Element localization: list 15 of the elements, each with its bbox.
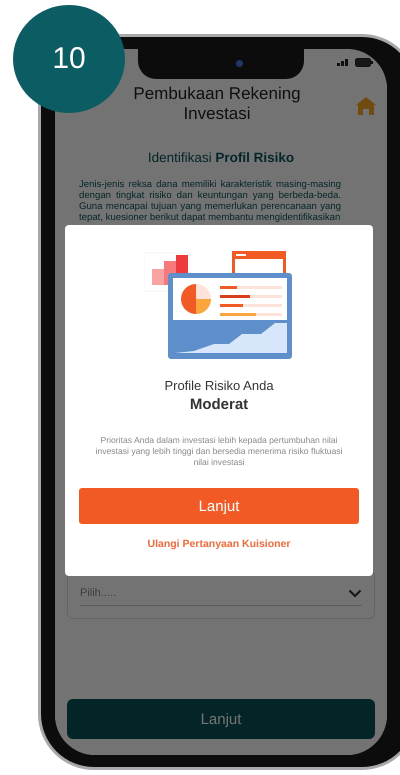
chevron-down-icon [348, 588, 362, 598]
signal-icon [337, 58, 351, 66]
battery-icon [355, 58, 373, 66]
continue-button[interactable]: Lanjut [67, 699, 375, 739]
home-icon[interactable] [355, 96, 377, 116]
retake-questionnaire-link[interactable]: Ulangi Pertanyaan Kuisioner [148, 538, 290, 550]
result-description: Prioritas Anda dalam investasi lebih kepada pertumbuhan nilai investasi yang lebih tinggi dan bersedia menerima risiko fluktuasi nilai investasi [94, 435, 344, 468]
continue-button[interactable]: Lanjut [79, 488, 359, 524]
screen-title: Pembukaan Rekening Investasi [132, 84, 302, 124]
step-number-badge: 10 [13, 5, 125, 113]
result-caption: Profile Risiko Anda [164, 378, 274, 393]
intro-paragraph: Jenis-jenis reksa dana memiliki karakteristik masing-masing dengan tingkat risiko dan keuntungan yang berbeda-beda. Guna mencapai tujuan yang memerlukan perencanaan yang tepat, kuesioner berikut dapat membantu mengidentifikasikan [79, 179, 341, 223]
camera-icon [236, 60, 242, 66]
section-heading: Identifikasi Profil Risiko [146, 150, 296, 165]
risk-profile-result: Moderat [190, 396, 248, 413]
